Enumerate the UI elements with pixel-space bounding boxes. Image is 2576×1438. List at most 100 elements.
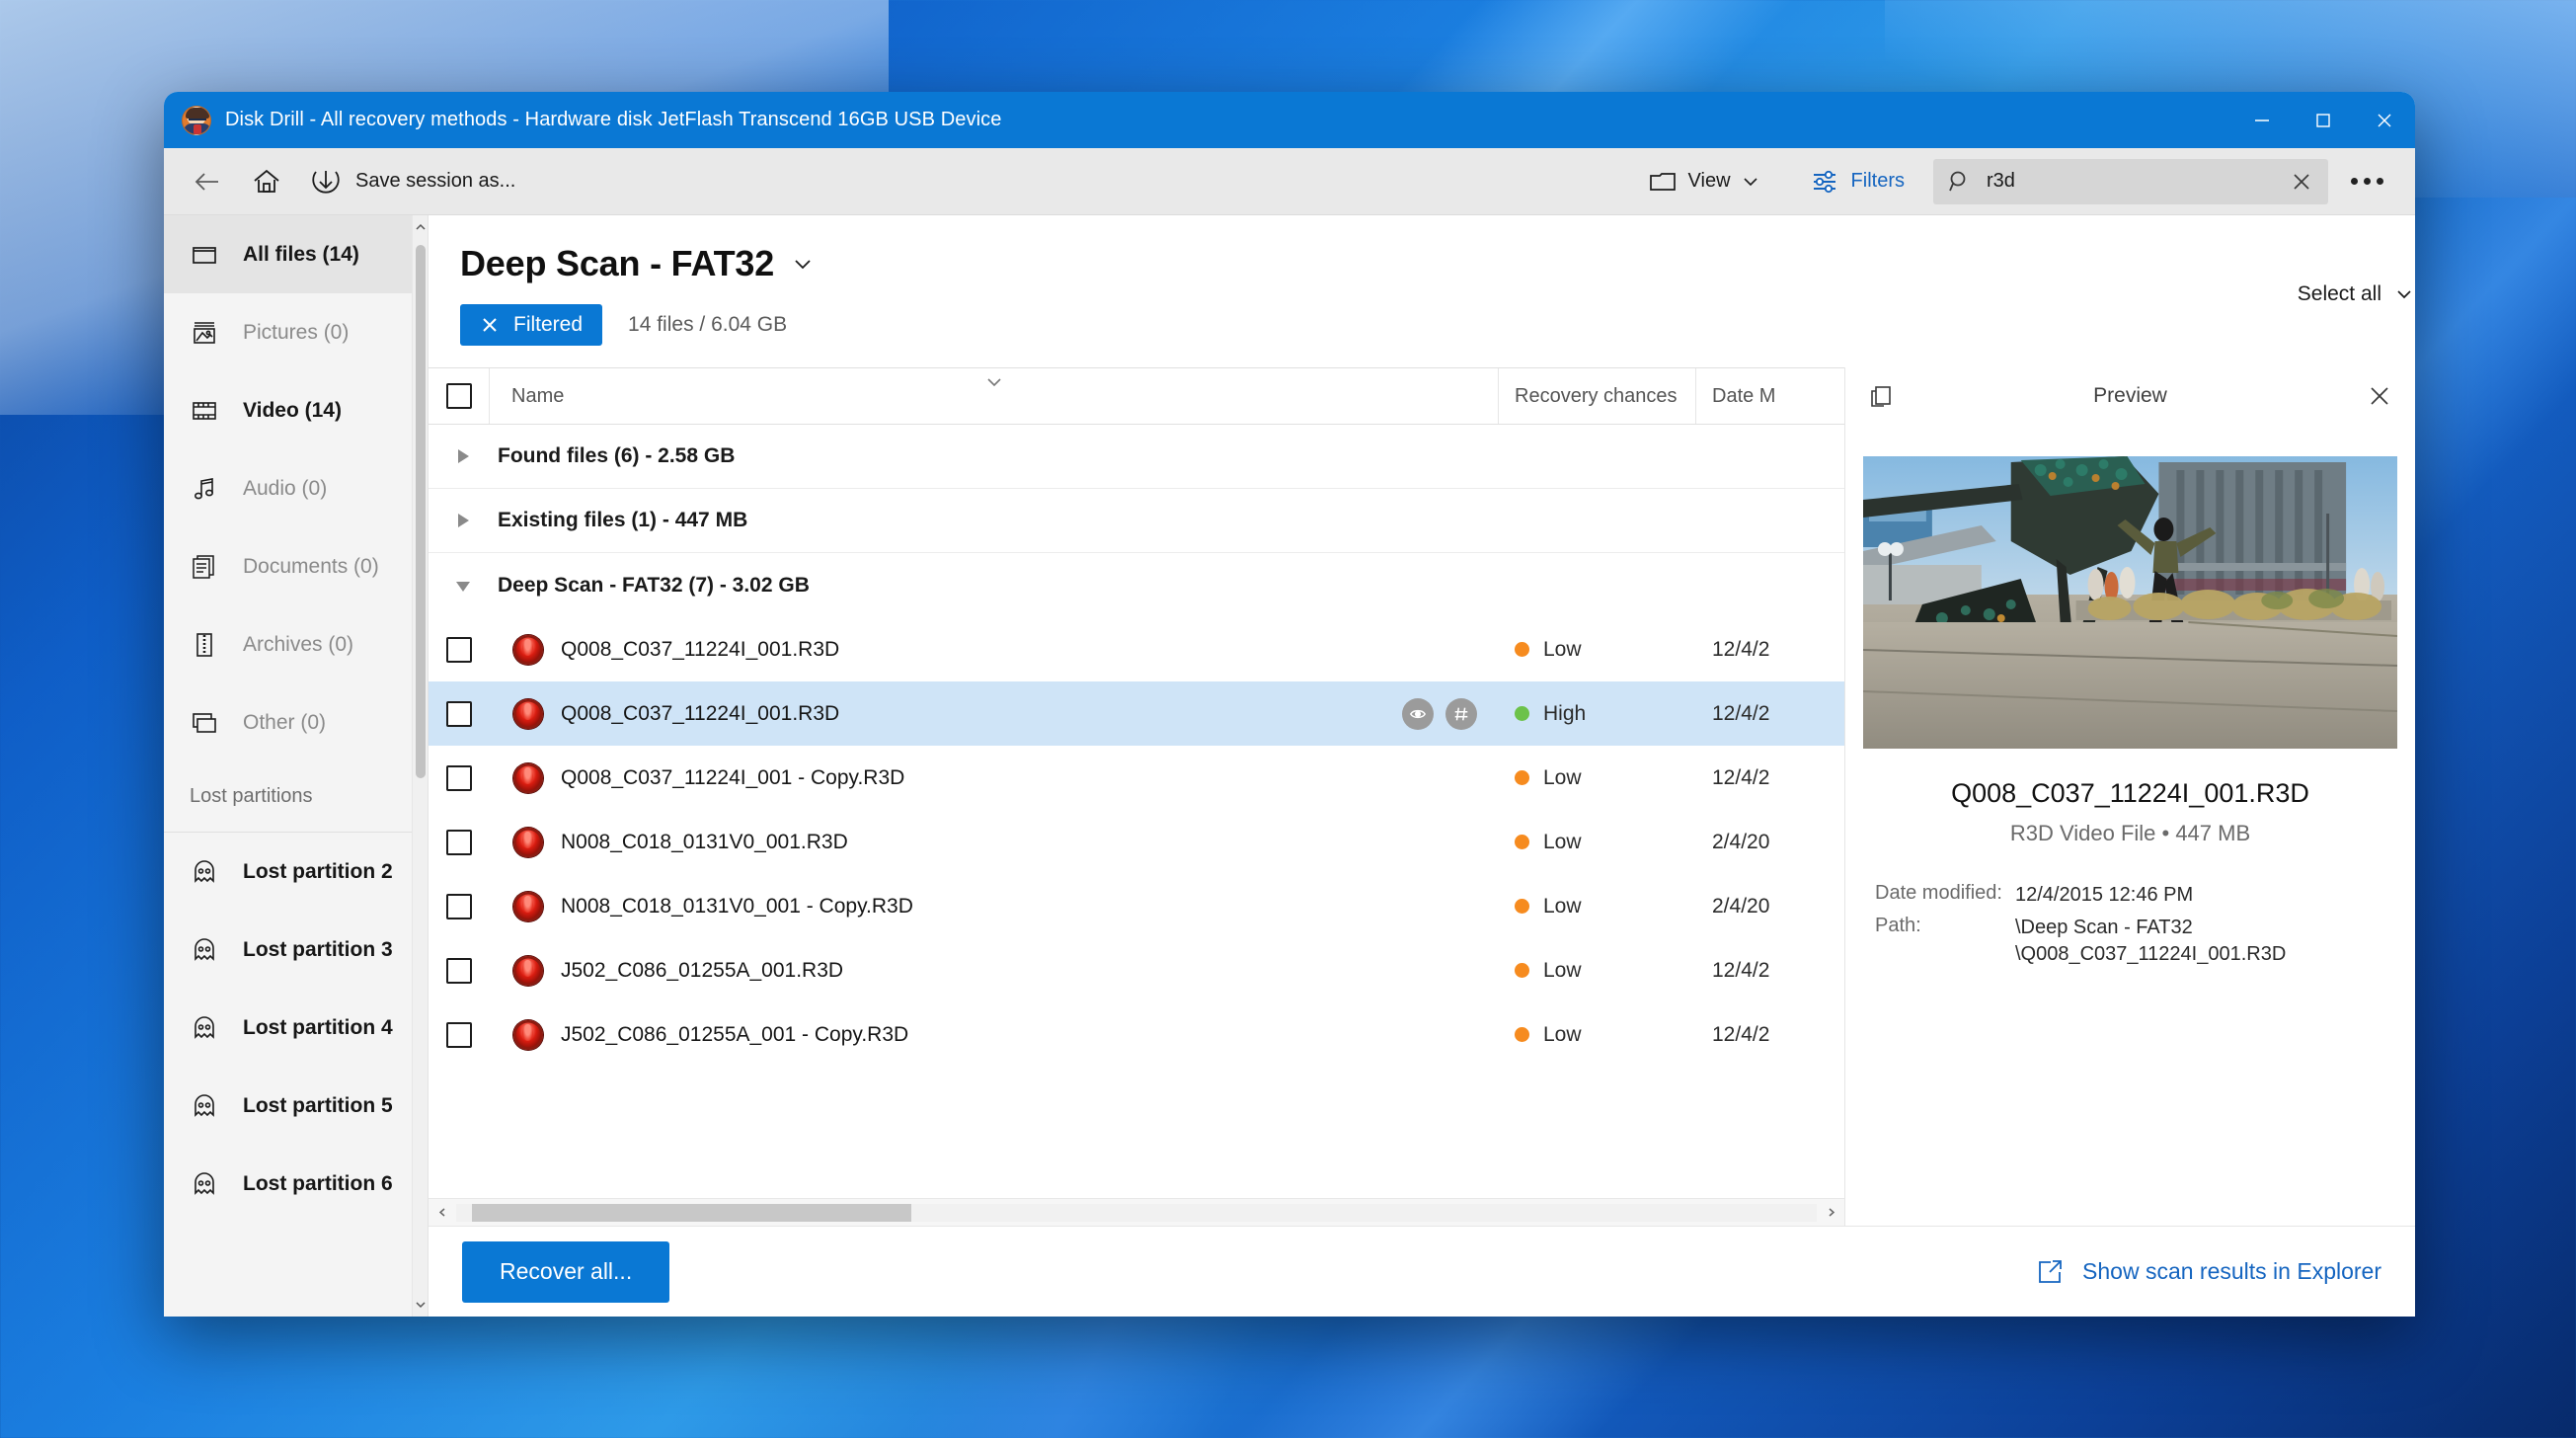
more-options-button[interactable] [2336, 159, 2397, 204]
scroll-right-arrow-icon[interactable] [1817, 1206, 1844, 1219]
collapse-triangle-icon[interactable] [452, 576, 474, 596]
row-checkbox-cell[interactable] [429, 893, 490, 919]
clear-search-icon[interactable] [2289, 169, 2314, 195]
row-date-cell: 2/4/20 [1712, 894, 1770, 918]
select-all-button[interactable]: Select all [2298, 282, 2415, 306]
minimize-button[interactable] [2231, 92, 2293, 148]
expand-triangle-icon[interactable] [452, 446, 474, 466]
sidebar-item-documents[interactable]: Documents (0) [164, 527, 414, 605]
row-date-cell: 12/4/2 [1712, 701, 1770, 725]
sidebar-item-lost-partition-4[interactable]: Lost partition 4 [164, 989, 414, 1067]
select-all-checkbox-cell[interactable] [429, 368, 490, 424]
search-input[interactable] [1987, 170, 2275, 193]
home-button[interactable] [237, 159, 296, 204]
row-checkbox-cell[interactable] [429, 829, 490, 855]
row-name-cell: Q008_C037_11224I_001.R3D [490, 697, 1499, 730]
close-button[interactable] [2354, 92, 2415, 148]
expand-triangle-icon[interactable] [452, 511, 474, 530]
pictures-icon [190, 318, 219, 348]
scroll-up-arrow-icon[interactable] [413, 215, 428, 239]
row-recovery-cell: Low [1499, 959, 1696, 983]
scroll-left-arrow-icon[interactable] [429, 1206, 456, 1219]
close-filter-icon[interactable] [480, 315, 500, 335]
show-in-explorer-link[interactable]: Show scan results in Explorer [2035, 1257, 2381, 1287]
recover-all-button[interactable]: Recover all... [462, 1240, 670, 1303]
horizontal-scrollbar[interactable] [429, 1198, 1844, 1226]
scroll-down-arrow-icon[interactable] [413, 1293, 428, 1317]
sidebar-item-video[interactable]: Video (14) [164, 371, 414, 449]
maximize-button[interactable] [2293, 92, 2354, 148]
status-dot [1515, 706, 1529, 721]
group-row-existing-files[interactable]: Existing files (1) - 447 MB [429, 489, 1844, 553]
r3d-file-icon [513, 827, 543, 857]
sidebar-item-archives[interactable]: Archives (0) [164, 605, 414, 683]
sidebar-scrollbar[interactable] [412, 215, 428, 1317]
copy-icon[interactable] [1867, 382, 1895, 410]
row-checkbox[interactable] [446, 893, 472, 919]
sidebar-item-other[interactable]: Other (0) [164, 683, 414, 761]
sidebar-item-lost-partition-2[interactable]: Lost partition 2 [164, 833, 414, 911]
table-row[interactable]: Q008_C037_11224I_001.R3D High 12/4/2 [429, 681, 1844, 746]
sidebar-item-pictures[interactable]: Pictures (0) [164, 293, 414, 371]
sidebar-label: Documents (0) [243, 554, 379, 578]
recovery-label: Low [1543, 958, 1582, 982]
row-checkbox[interactable] [446, 764, 472, 791]
group-row-found-files[interactable]: Found files (6) - 2.58 GB [429, 425, 1844, 489]
sidebar-scroll-thumb[interactable] [416, 245, 426, 778]
row-name-cell: N008_C018_0131V0_001 - Copy.R3D [490, 891, 1499, 921]
hscroll-track[interactable] [456, 1203, 1817, 1222]
column-header-recovery[interactable]: Recovery chances [1499, 368, 1696, 424]
field-value: \Deep Scan - FAT32 \Q008_C037_11224I_001… [2015, 917, 2287, 965]
row-checkbox-cell[interactable] [429, 1021, 490, 1048]
header-checkbox[interactable] [445, 383, 472, 409]
hash-icon[interactable] [1445, 697, 1477, 730]
search-box[interactable] [1933, 158, 2328, 204]
back-button[interactable] [178, 159, 237, 204]
group-row-deep-scan[interactable]: Deep Scan - FAT32 (7) - 3.02 GB [429, 553, 1844, 617]
sidebar-item-all-files[interactable]: All files (14) [164, 215, 414, 293]
header-status-row: Filtered 14 files / 6.04 GB [460, 304, 1191, 346]
table-row[interactable]: Q008_C037_11224I_001.R3D Low 12/4/2 [429, 617, 1844, 681]
column-header-name[interactable]: Name [490, 368, 1499, 424]
sidebar-item-lost-partition-5[interactable]: Lost partition 5 [164, 1067, 414, 1145]
recovery-label: Low [1543, 830, 1582, 853]
row-checkbox-cell[interactable] [429, 636, 490, 663]
save-download-icon [310, 166, 342, 198]
table-row[interactable]: J502_C086_01255A_001.R3D Low 12/4/2 [429, 938, 1844, 1002]
preview-file-name: Q008_C037_11224I_001.R3D [1951, 778, 2309, 808]
table-row[interactable]: N008_C018_0131V0_001 - Copy.R3D Low 2/4/… [429, 874, 1844, 938]
row-checkbox[interactable] [446, 700, 472, 727]
sidebar-item-lost-partition-3[interactable]: Lost partition 3 [164, 911, 414, 989]
header-inner: Deep Scan - FAT32 Filtered 14 files / 6.… [460, 243, 2415, 346]
column-header-date[interactable]: Date M [1696, 368, 1844, 424]
save-session-button[interactable]: Save session as... [296, 159, 529, 204]
filtered-chip[interactable]: Filtered [460, 304, 603, 346]
table-row[interactable]: N008_C018_0131V0_001.R3D Low 2/4/20 [429, 810, 1844, 874]
row-checkbox-cell[interactable] [429, 764, 490, 791]
row-checkbox[interactable] [446, 957, 472, 984]
hscroll-thumb[interactable] [472, 1203, 911, 1222]
r3d-file-icon [513, 955, 543, 986]
file-stats: 14 files / 6.04 GB [628, 313, 788, 336]
row-checkbox[interactable] [446, 1021, 472, 1048]
status-dot [1515, 963, 1529, 978]
scan-dropdown-chevron-icon[interactable] [790, 251, 816, 277]
scan-title-row[interactable]: Deep Scan - FAT32 [460, 243, 1191, 284]
table-row[interactable]: Q008_C037_11224I_001 - Copy.R3D Low 12/4… [429, 746, 1844, 810]
file-name: Q008_C037_11224I_001 - Copy.R3D [561, 765, 905, 789]
row-checkbox[interactable] [446, 829, 472, 855]
sidebar-label: Pictures (0) [243, 320, 350, 344]
sidebar-item-audio[interactable]: Audio (0) [164, 449, 414, 527]
table-row[interactable]: J502_C086_01255A_001 - Copy.R3D Low 12/4… [429, 1002, 1844, 1067]
row-checkbox[interactable] [446, 636, 472, 663]
row-checkbox-cell[interactable] [429, 700, 490, 727]
eye-icon[interactable] [1402, 697, 1434, 730]
sidebar: All files (14) Pictures (0) Video (14) A… [164, 215, 429, 1317]
window-body: All files (14) Pictures (0) Video (14) A… [164, 215, 2415, 1317]
sidebar-item-lost-partition-6[interactable]: Lost partition 6 [164, 1145, 414, 1223]
app-logo-icon [182, 105, 211, 135]
filters-button[interactable]: Filters [1796, 159, 1917, 204]
row-checkbox-cell[interactable] [429, 957, 490, 984]
view-button[interactable]: View [1635, 159, 1772, 204]
close-preview-icon[interactable] [2366, 382, 2393, 410]
